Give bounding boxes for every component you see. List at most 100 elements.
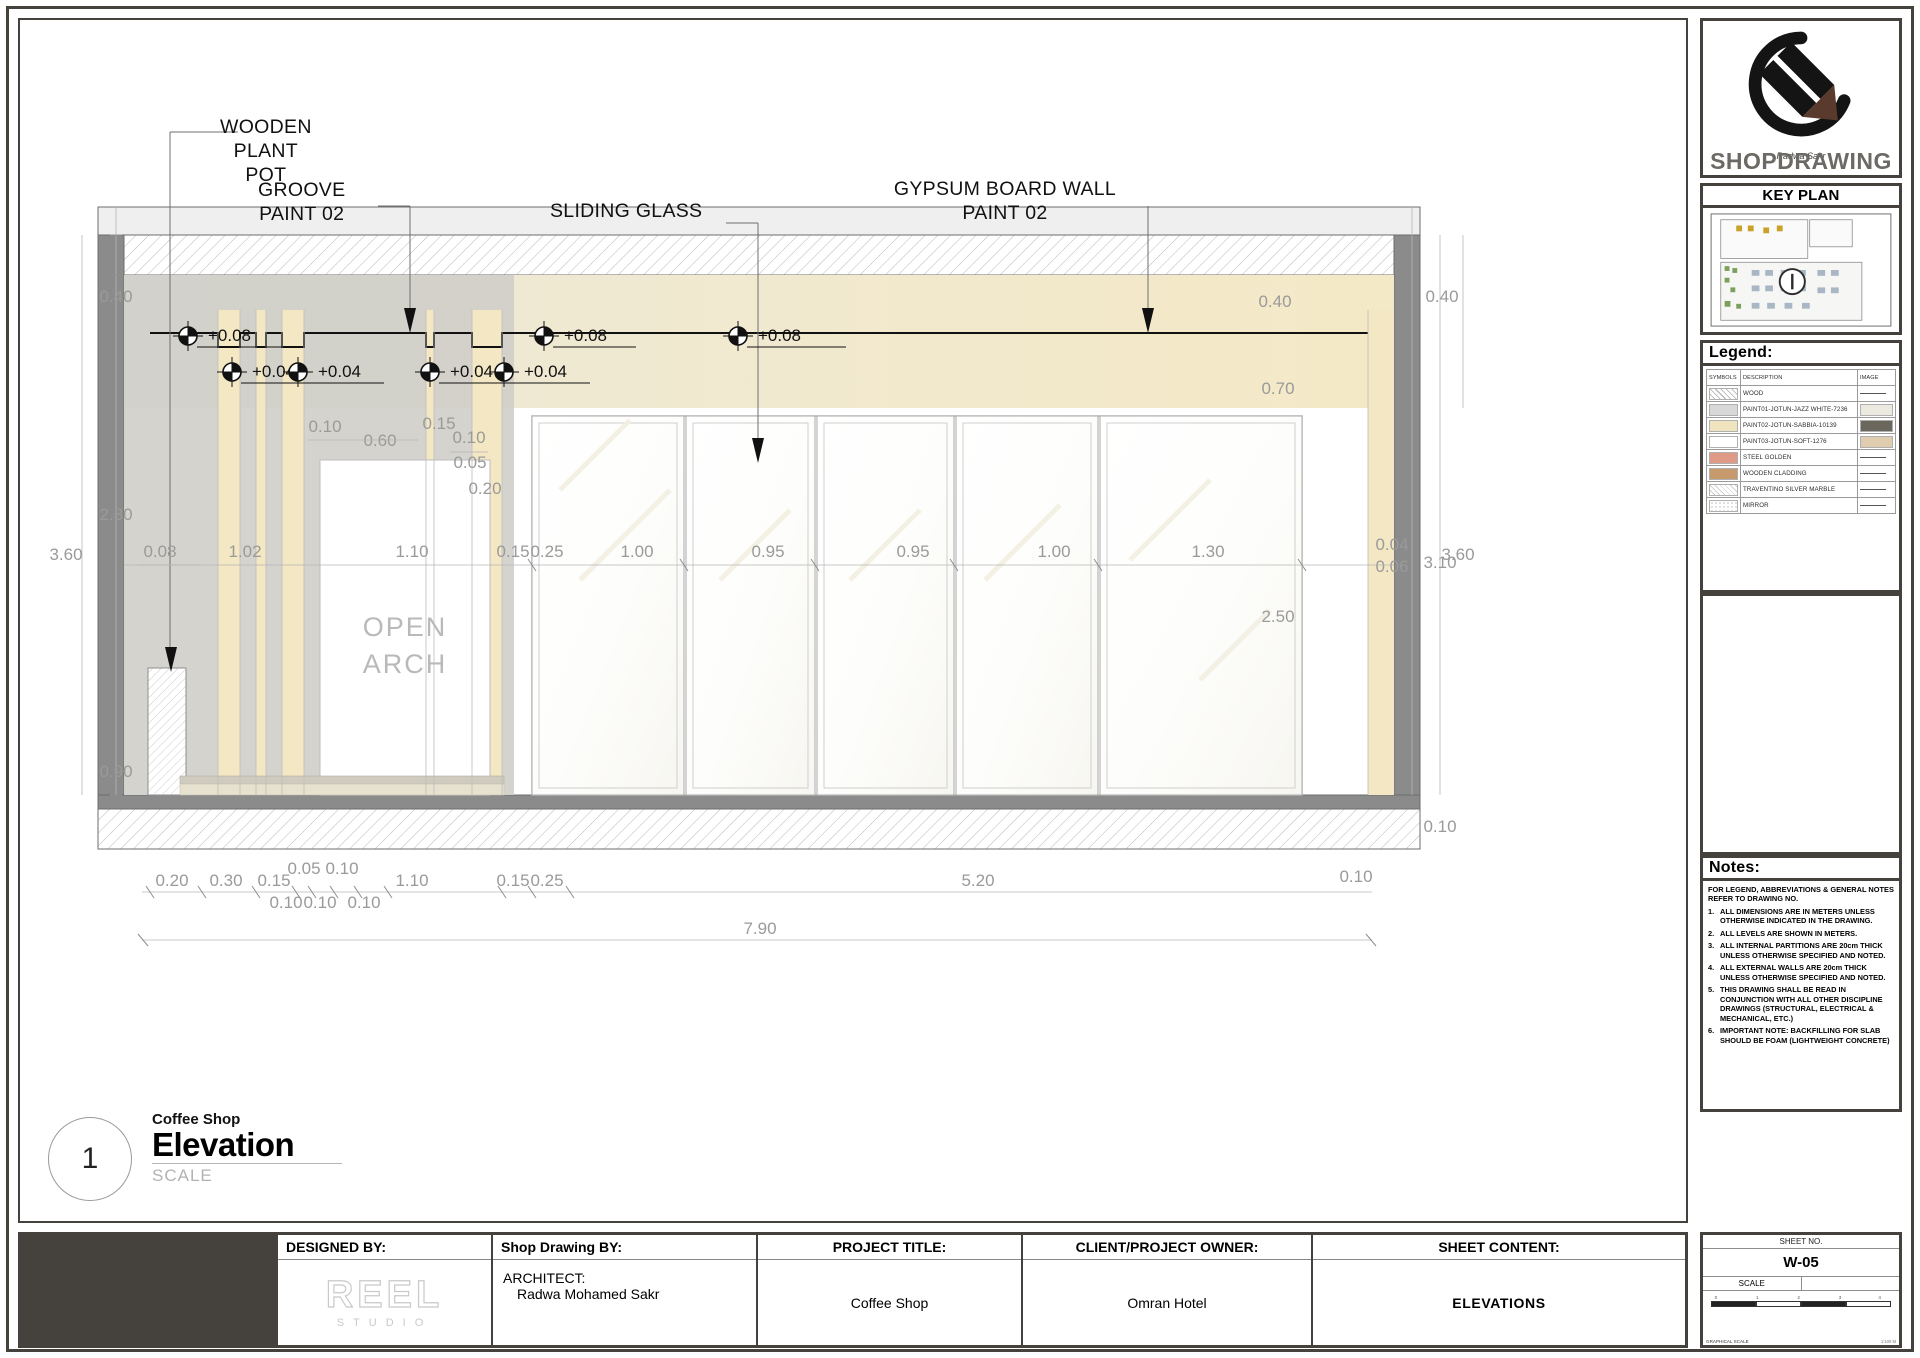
sheet-no-value: W-05 [1703,1249,1899,1277]
svg-text:0.10: 0.10 [269,893,302,912]
graphical-scale-label: GRAPHICAL SCALE [1706,1339,1749,1344]
legend-image-placeholder [1860,456,1886,458]
scale-tick-4: 4 [1878,1295,1881,1300]
legend-description: PAINT02-JOTUN-SABBIA-10139 [1740,417,1858,434]
svg-text:0.40: 0.40 [1425,287,1458,306]
svg-text:1.00: 1.00 [1037,542,1070,561]
legend-col-image: IMAGE [1857,369,1896,386]
architect-info: ARCHITECT: Radwa Mohamed Sakr [493,1260,756,1345]
graphical-scale-note: 1:100 M [1880,1339,1896,1344]
floor-slab [97,794,1421,850]
legend-image-placeholder [1860,504,1886,506]
svg-text:1.00: 1.00 [620,542,653,561]
note-item: ALL INTERNAL PARTITIONS ARE 20cm THICK U… [1708,941,1886,960]
svg-text:3.10: 3.10 [1423,553,1456,572]
legend-swatch [1709,419,1738,432]
svg-text:0.15: 0.15 [496,871,529,890]
sheet-content-value: ELEVATIONS [1452,1294,1546,1311]
legend-swatch [1709,467,1738,480]
legend-description: MIRROR [1740,497,1858,514]
note-item: IMPORTANT NOTE: BACKFILLING FOR SLAB SHO… [1708,1026,1890,1045]
legend-row: WOODEN CLADDING [1706,465,1896,482]
note-item: ALL DIMENSIONS ARE IN METERS UNLESS OTHE… [1708,906,1875,926]
svg-text:0.95: 0.95 [896,542,929,561]
legend-header-row: SYMBOLS DESCRIPTION IMAGE [1706,369,1896,386]
legend-description: WOOD [1740,385,1858,402]
scale-row: SCALE [1703,1277,1899,1291]
scale-tick-0: 0 [1714,1295,1718,1300]
view-scale-label: SCALE [152,1166,213,1186]
title-block-left-filler [21,1235,276,1345]
sliding-glass-assembly [531,415,1303,796]
note-item: ALL LEVELS ARE SHOWN IN METERS. [1708,928,1858,939]
key-plan-heading: KEY PLAN [1700,183,1902,205]
svg-text:0.10: 0.10 [347,893,380,912]
legend-swatch [1709,403,1738,416]
legend-swatch-cell [1706,401,1741,418]
legend-col-symbols: SYMBOLS [1706,369,1741,386]
graphical-scale-bar [1711,1301,1891,1307]
legend-image-cell [1857,481,1896,498]
svg-text:0.10: 0.10 [308,417,341,436]
callout-wooden-plant-pot: WOODEN PLANT POT [220,116,312,186]
open-arch-label-line1: OPEN [363,612,448,642]
legend-swatch [1709,499,1738,512]
legend-image-cell [1857,497,1896,514]
title-block: DESIGNED BY: REEL STUDIO Shop Drawing BY… [18,1232,1688,1348]
svg-text:0.06: 0.06 [1375,557,1408,576]
legend-swatch [1709,387,1738,400]
view-number-circle: 1 [48,1117,132,1201]
key-plan-box[interactable] [1700,205,1902,335]
open-arch-label-line2: ARCH [363,649,448,679]
callout-sliding-glass: SLIDING GLASS [550,200,703,222]
svg-text:0.25: 0.25 [530,542,563,561]
legend-image-swatch [1860,435,1893,448]
notes-heading: Notes: [1700,855,1902,878]
svg-text:+0.04: +0.04 [318,362,361,381]
legend-swatch-cell [1706,433,1741,450]
legend-row: WOOD [1706,385,1896,402]
svg-text:0.20: 0.20 [155,871,188,890]
svg-text:0.10: 0.10 [325,859,358,878]
svg-text:3.60: 3.60 [49,545,82,564]
legend-row: PAINT02-JOTUN-SABBIA-10139 [1706,417,1896,434]
legend-box: SYMBOLS DESCRIPTION IMAGE WOOD PAINT01-JO… [1700,363,1902,593]
designed-by-label: DESIGNED BY: [278,1235,491,1260]
svg-text:5.20: 5.20 [961,871,994,890]
sheet-no-label: SHEET NO. [1703,1235,1899,1249]
legend-swatch-cell [1706,481,1741,498]
svg-text:0.15: 0.15 [422,414,455,433]
right-info-column: Radwa Sakr SHOPDRAWING KEY PLAN Legend: … [1700,18,1902,1223]
legend-swatch [1709,451,1738,464]
legend-body: WOOD PAINT01-JOTUN-JAZZ WHITE-7236 PAINT02… [1706,385,1896,514]
legend-image-swatch [1860,419,1893,432]
svg-text:0.40: 0.40 [99,287,132,306]
project-title-value: Coffee Shop [850,1294,929,1311]
legend-swatch-cell [1706,497,1741,514]
svg-text:2.50: 2.50 [1261,607,1294,626]
svg-text:0.08: 0.08 [143,542,176,561]
graphical-scale-ticks: 0 1 2 3 4 [1711,1295,1891,1301]
project-title-label: PROJECT TITLE: [758,1235,1021,1260]
callout-groove-paint-02: GROOVE PAINT 02 [258,179,346,225]
note-item: THIS DRAWING SHALL BE READ IN CONJUNCTIO… [1708,985,1883,1023]
view-title: Elevation [152,1126,295,1163]
svg-text:0.10: 0.10 [1339,867,1372,886]
graphical-scale: 0 1 2 3 4 GRAPHICAL SCALE 1:100 M [1703,1291,1899,1345]
project-title-cell: PROJECT TITLE: Coffee Shop [756,1235,1021,1345]
logo-wordmark: SHOPDRAWING [1710,148,1892,174]
legend-spacer-box [1700,593,1902,855]
architect-name: Radwa Mohamed Sakr [517,1286,660,1302]
legend-swatch-cell [1706,465,1741,482]
svg-text:2.30: 2.30 [99,505,132,524]
svg-text:1.30: 1.30 [1191,542,1224,561]
legend-description: WOODEN CLADDING [1740,465,1858,482]
svg-text:0.15: 0.15 [257,871,290,890]
legend-image-cell [1857,449,1896,466]
scale-tick-3: 3 [1838,1295,1842,1300]
designed-by-cell: DESIGNED BY: REEL STUDIO [276,1235,491,1345]
svg-text:0.90: 0.90 [99,762,132,781]
svg-text:0.30: 0.30 [209,871,242,890]
legend-image-placeholder [1860,472,1886,474]
legend-description: STEEL GOLDEN [1740,449,1858,466]
